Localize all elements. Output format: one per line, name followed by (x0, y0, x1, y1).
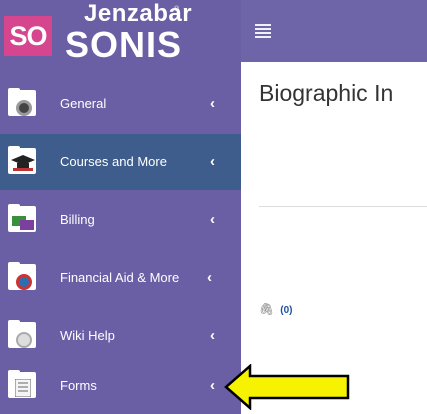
sidebar-item-label: General (60, 96, 107, 111)
paperclip-icon: 🖇 (259, 302, 275, 316)
graduation-cap-icon (8, 146, 36, 176)
chevron-left-icon: ‹ (210, 377, 215, 394)
logo-registered-mark: ® (174, 6, 180, 13)
sidebar-item-label: Billing (60, 212, 95, 227)
top-bar: SO Jenzabar ® SONIS (0, 0, 427, 65)
sidebar-item-label: Forms (60, 378, 97, 393)
chevron-left-icon: ‹ (210, 95, 215, 112)
attachments-link[interactable]: 🖇 (0) (259, 302, 292, 316)
jenzabar-sonis-logo[interactable]: SO Jenzabar ® SONIS (0, 0, 241, 65)
sidebar-item-wiki-help[interactable]: Wiki Help ‹ (0, 308, 241, 364)
menu-toggle-icon[interactable] (255, 24, 271, 40)
billing-icon (8, 204, 36, 234)
sidebar-item-financial-aid-and-more[interactable]: Financial Aid & More ‹ (0, 250, 241, 306)
chevron-left-icon: ‹ (207, 269, 212, 286)
chevron-left-icon: ‹ (210, 327, 215, 344)
attachment-count: (0) (280, 305, 293, 316)
general-icon (8, 88, 36, 118)
chevron-left-icon: ‹ (210, 153, 215, 170)
divider (259, 206, 427, 207)
sidebar-item-forms[interactable]: Forms ‹ (0, 358, 241, 414)
sidebar-item-label: Courses and More (60, 154, 167, 169)
wiki-icon (8, 320, 36, 350)
logo-badge: SO (4, 16, 52, 56)
chevron-left-icon: ‹ (210, 211, 215, 228)
sidebar-item-general[interactable]: General ‹ (0, 76, 241, 132)
financial-aid-icon (8, 262, 36, 292)
callout-arrow-icon (224, 364, 350, 410)
sidebar-item-billing[interactable]: Billing ‹ (0, 192, 241, 248)
page-title: Biographic In (259, 80, 394, 106)
logo-sonis-text: SONIS (65, 24, 183, 65)
sidebar-item-label: Financial Aid & More (60, 270, 180, 285)
sidebar-item-label: Wiki Help (60, 328, 115, 343)
sidebar-item-courses-and-more[interactable]: Courses and More ‹ (0, 134, 241, 190)
sidebar: General ‹ Courses and More ‹ Billing ‹ F… (0, 62, 241, 414)
forms-icon (8, 370, 36, 400)
